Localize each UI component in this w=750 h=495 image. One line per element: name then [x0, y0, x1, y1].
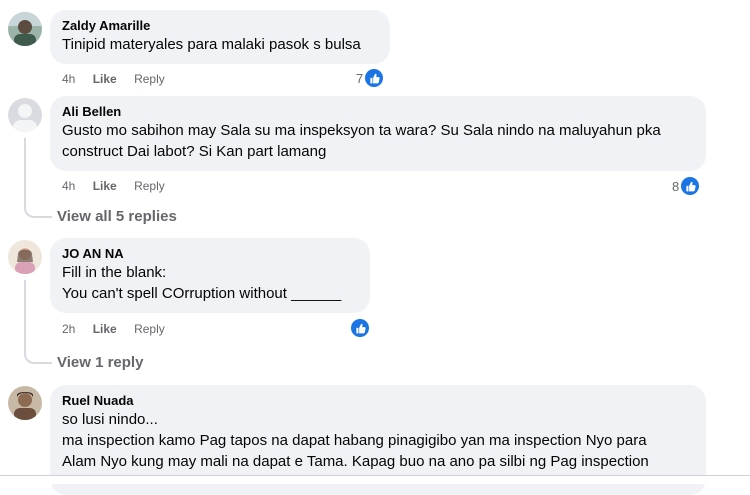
reply-button[interactable]: Reply	[134, 179, 165, 193]
comment-time[interactable]: 4h	[62, 179, 75, 193]
view-replies-link[interactable]: View 1 reply	[57, 354, 143, 371]
like-button[interactable]: Like	[93, 322, 117, 336]
like-button[interactable]: Like	[93, 179, 117, 193]
comment-bubble: Ali Bellen Gusto mo sabihon may Sala su …	[50, 96, 706, 171]
comment-bubble: Zaldy Amarille Tinipid materyales para m…	[50, 10, 390, 64]
avatar[interactable]	[8, 98, 42, 132]
comment-time[interactable]: 2h	[62, 322, 75, 336]
avatar[interactable]	[8, 240, 42, 274]
comment-text: Gusto mo sabihon may Sala su ma inspeksy…	[62, 122, 661, 160]
comment-text: Tinipid materyales para malaki pasok s b…	[62, 36, 361, 53]
comment-author[interactable]: Ruel Nuada	[62, 392, 694, 409]
comment-actions: 4h Like Reply	[62, 178, 179, 194]
comment-text: Fill in the blank: You can't spell COrru…	[62, 264, 342, 302]
thumbs-up-icon	[351, 319, 369, 337]
comment-actions: 2h Like Reply	[62, 321, 179, 337]
thumbs-up-icon	[365, 69, 384, 87]
avatar[interactable]	[8, 12, 42, 46]
comment-author[interactable]: Ali Bellen	[62, 103, 694, 120]
reply-button[interactable]: Reply	[134, 72, 165, 86]
reaction-count[interactable]: 7	[356, 69, 384, 87]
reply-button[interactable]: Reply	[134, 322, 165, 336]
avatar[interactable]	[8, 386, 42, 420]
thread-line	[24, 138, 52, 218]
view-replies-link[interactable]: View all 5 replies	[57, 208, 177, 225]
thumbs-up-icon	[681, 177, 700, 195]
like-button[interactable]: Like	[93, 72, 117, 86]
comment-author[interactable]: JO AN NA	[62, 245, 358, 262]
comment-time[interactable]: 4h	[62, 72, 75, 86]
comment-actions: 4h Like Reply	[62, 71, 179, 87]
reaction-count[interactable]	[349, 319, 369, 337]
comment-author[interactable]: Zaldy Amarille	[62, 17, 378, 34]
reaction-count[interactable]: 8	[672, 177, 700, 195]
footer-bar	[0, 476, 750, 484]
comment-text: so lusi nindo... ma inspection kamo Pag …	[62, 411, 649, 470]
comment-bubble: JO AN NA Fill in the blank: You can't sp…	[50, 238, 370, 313]
thread-line	[24, 280, 52, 364]
